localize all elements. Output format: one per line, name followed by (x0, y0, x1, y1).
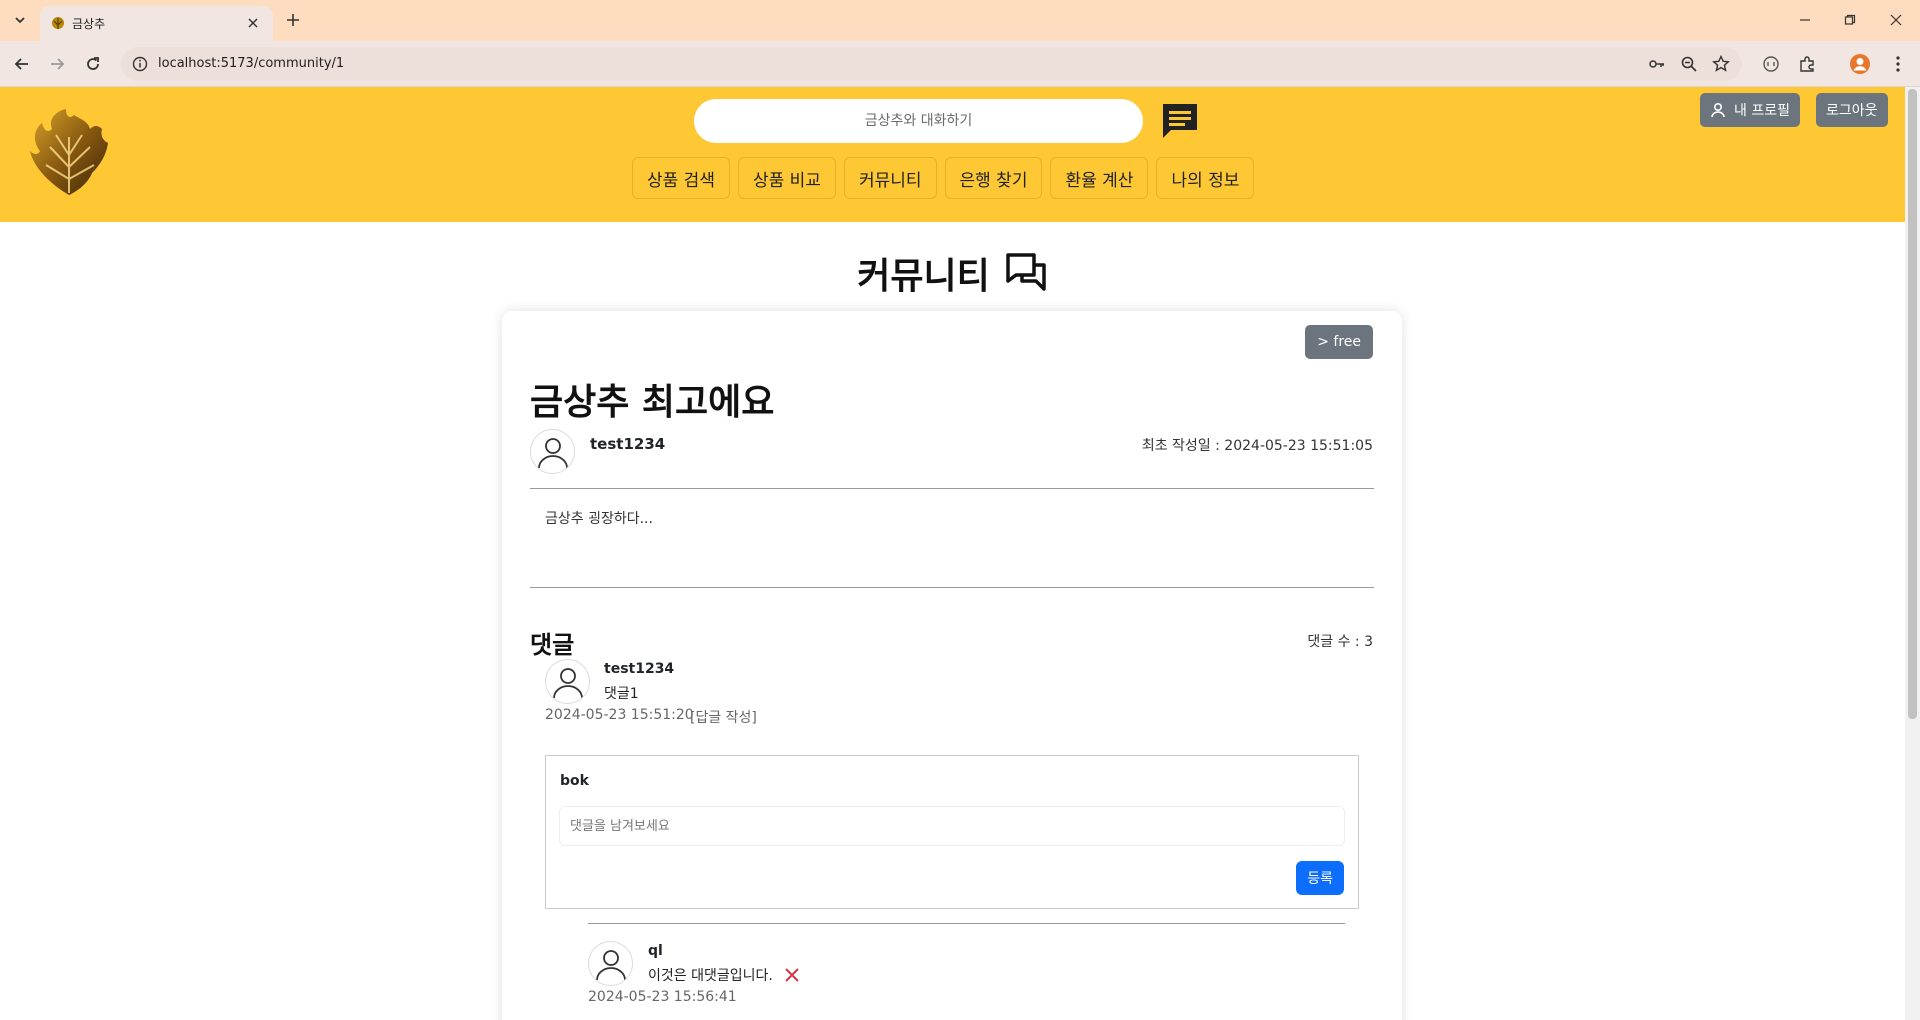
restore-icon[interactable] (1838, 8, 1862, 32)
logout-label: 로그아웃 (1826, 103, 1878, 119)
post-body: 금상추 굉장하다... (545, 511, 653, 527)
body-divider (530, 587, 1374, 588)
address-bar[interactable]: localhost:5173/community/1 (121, 47, 1742, 81)
comment-text: 댓글1 (604, 686, 639, 702)
comment-avatar (545, 659, 590, 704)
reply-date: 2024-05-23 15:56:41 (588, 989, 737, 1005)
browser-tab[interactable]: 금상추 (40, 6, 273, 41)
tab-search-chevron-icon[interactable] (8, 8, 32, 32)
nav-find-bank[interactable]: 은행 찾기 (944, 157, 1043, 199)
url-text: localhost:5173/community/1 (158, 56, 345, 71)
comment-date: 2024-05-23 15:51:20 (545, 707, 694, 723)
reply-submit-button[interactable]: 등록 (1296, 861, 1344, 895)
page-viewport: 상품 검색 상품 비교 커뮤니티 은행 찾기 환율 계산 나의 정보 내 프로필… (0, 87, 1905, 1020)
community-chat-icon (1005, 253, 1046, 291)
comments-heading: 댓글 (530, 631, 575, 659)
site-header: 상품 검색 상품 비교 커뮤니티 은행 찾기 환율 계산 나의 정보 내 프로필… (0, 87, 1905, 222)
user-avatar-icon (537, 437, 568, 468)
extension-robot-icon[interactable] (1760, 53, 1782, 75)
bookmark-star-icon[interactable] (1711, 54, 1731, 74)
nav-product-search[interactable]: 상품 검색 (632, 157, 730, 199)
close-tab-icon[interactable] (243, 13, 263, 33)
category-badge[interactable]: > free (1305, 325, 1373, 359)
chat-message-icon[interactable] (1158, 99, 1202, 143)
nav-product-compare[interactable]: 상품 비교 (737, 157, 836, 199)
minimize-icon[interactable] (1793, 8, 1817, 32)
new-tab-plus-icon[interactable] (281, 8, 305, 32)
reply-author: ql (648, 943, 663, 959)
browser-tab-bar: 금상추 (0, 0, 1920, 41)
page-title-row: 커뮤니티 (0, 247, 1905, 299)
user-avatar-icon (595, 949, 626, 980)
chatbot-search-input[interactable] (694, 99, 1143, 143)
write-reply-link[interactable]: [답글 작성] (690, 707, 757, 727)
password-key-icon[interactable] (1647, 54, 1667, 74)
page-title: 커뮤니티 (857, 256, 990, 297)
back-arrow-icon[interactable] (9, 51, 35, 77)
comment-author: test1234 (604, 661, 675, 677)
reply-text: 이것은 대댓글입니다. (648, 968, 773, 984)
user-icon (1711, 102, 1725, 118)
nav-my-info[interactable]: 나의 정보 (1156, 157, 1255, 199)
browser-toolbar: localhost:5173/community/1 (0, 41, 1920, 87)
reply-divider (588, 923, 1345, 924)
forward-arrow-icon[interactable] (44, 51, 70, 77)
main-nav: 상품 검색 상품 비교 커뮤니티 은행 찾기 환율 계산 나의 정보 (632, 157, 1255, 199)
page-scrollbar[interactable] (1905, 87, 1920, 1020)
lettuce-favicon-icon (50, 15, 66, 31)
post-card: > free 금상추 최고에요 test1234 최초 작성일 : 2024-0… (502, 311, 1402, 1020)
my-profile-label: 내 프로필 (1734, 103, 1790, 119)
post-author: test1234 (590, 435, 666, 453)
reply-form: bok 등록 (545, 755, 1359, 909)
reply-input[interactable] (559, 806, 1345, 846)
site-info-icon[interactable] (131, 55, 149, 73)
my-profile-button[interactable]: 내 프로필 (1700, 93, 1800, 127)
nav-community[interactable]: 커뮤니티 (843, 157, 937, 199)
zoom-icon[interactable] (1679, 54, 1699, 74)
header-divider (530, 488, 1374, 489)
lettuce-logo-icon[interactable] (22, 107, 116, 201)
user-avatar-icon (552, 667, 583, 698)
extensions-puzzle-icon[interactable] (1796, 53, 1818, 75)
browser-menu-icon[interactable] (1887, 53, 1909, 75)
reply-avatar (588, 941, 633, 986)
logout-button[interactable]: 로그아웃 (1816, 93, 1888, 127)
post-title: 금상추 최고에요 (530, 382, 775, 423)
tab-title: 금상추 (72, 17, 106, 31)
scrollbar-thumb[interactable] (1908, 89, 1917, 719)
reply-form-user: bok (560, 773, 589, 789)
comment-count: 댓글 수 : 3 (1307, 634, 1373, 650)
post-created-date: 최초 작성일 : 2024-05-23 15:51:05 (1141, 438, 1373, 454)
profile-avatar-icon[interactable] (1849, 53, 1871, 75)
nav-exchange-calc[interactable]: 환율 계산 (1050, 157, 1149, 199)
author-avatar (530, 429, 575, 474)
close-window-icon[interactable] (1884, 8, 1908, 32)
reload-icon[interactable] (80, 51, 106, 77)
delete-reply-x-icon[interactable] (783, 966, 801, 984)
